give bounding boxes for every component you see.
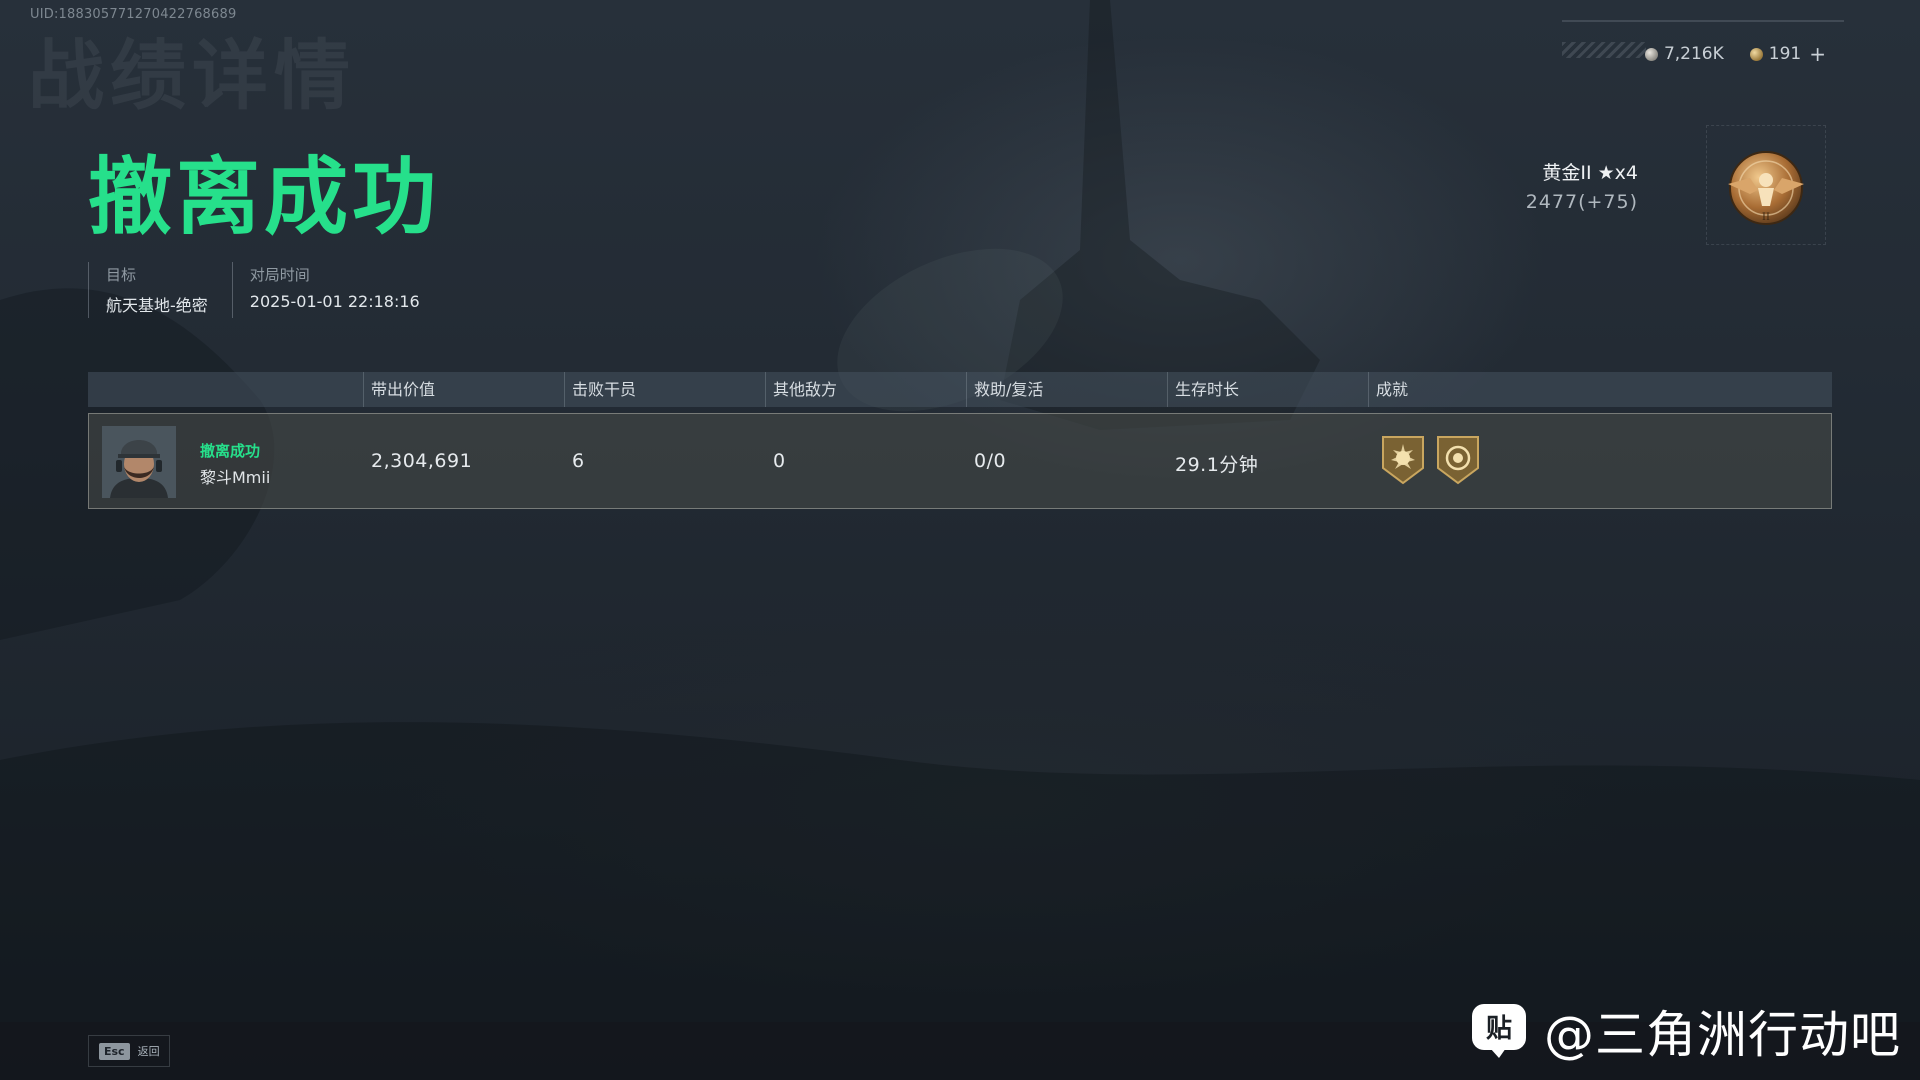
avatar [102,426,176,498]
rank-badge-numeral: II [1762,212,1770,223]
header-survival-time: 生存时长 [1167,372,1239,407]
header-extract-value: 带出价值 [363,372,435,407]
header-achievements: 成就 [1368,372,1408,407]
currency-bar: 7,216K 191 + [1644,42,1826,66]
rank-score: 2477(+75) [1525,191,1638,213]
header-assist-revive: 救助/复活 [966,372,1043,407]
result-title: 撤离成功 [88,148,441,246]
header-kills: 击败干员 [564,372,636,407]
silver-coin-icon [1644,47,1658,61]
target-label: 目标 [106,266,137,284]
back-button[interactable]: Esc 返回 [88,1035,170,1067]
stats-table: 撤离成功 黎斗Mmii 2,304,691 6 0 0/0 29.1分钟 [88,372,1832,509]
meta-time: 对局时间 2025-01-01 22:18:16 [231,262,444,318]
rank-info: 黄金II ★x4 2477(+75) [1526,158,1638,213]
sun-emblem-icon[interactable] [1380,434,1426,486]
time-label: 对局时间 [249,266,310,284]
assist-revive-value: 0/0 [974,450,1007,472]
meta-target: 目标 航天基地-绝密 [88,262,232,318]
silver-currency-value: 7,216K [1663,44,1724,64]
decorative-hatch [1562,42,1646,58]
page-heading: 战绩详情 [28,31,356,120]
rank-name: 黄金II ★x4 [1542,162,1638,184]
gold-coin-icon [1749,47,1763,61]
header-other-enemies: 其他敌方 [765,372,837,407]
kills-value: 6 [572,450,585,472]
add-currency-button[interactable]: + [1809,42,1826,66]
eagle-rank-badge-icon: II [1728,151,1804,225]
top-divider [1562,20,1844,22]
tieba-logo-glyph: 贴 [1486,1014,1512,1044]
gold-currency: 191 + [1749,42,1826,66]
silver-currency: 7,216K [1644,44,1724,64]
operator-portrait [102,426,176,498]
target-value: 航天基地-绝密 [106,296,208,315]
esc-key: Esc [99,1042,130,1060]
stats-table-header [88,372,1832,407]
survival-time-value: 29.1分钟 [1175,454,1259,476]
back-label: 返回 [137,1045,160,1058]
player-status: 撤离成功 [200,442,261,460]
extract-value: 2,304,691 [371,450,473,472]
match-meta: 目标 航天基地-绝密 对局时间 2025-01-01 22:18:16 [88,262,444,318]
table-row[interactable]: 撤离成功 黎斗Mmii 2,304,691 6 0 0/0 29.1分钟 [88,413,1832,509]
gold-currency-value: 191 [1768,44,1802,64]
time-value: 2025-01-01 22:18:16 [249,292,420,311]
player-name: 黎斗Mmii [200,468,271,487]
rank-badge: II [1706,125,1826,245]
watermark: 贴 @三角洲行动吧 [1470,995,1901,1067]
target-emblem-icon[interactable] [1435,434,1481,486]
watermark-text: @三角洲行动吧 [1544,1006,1901,1064]
other-enemies-value: 0 [773,450,786,472]
tieba-logo-icon: 贴 [1472,1004,1526,1058]
